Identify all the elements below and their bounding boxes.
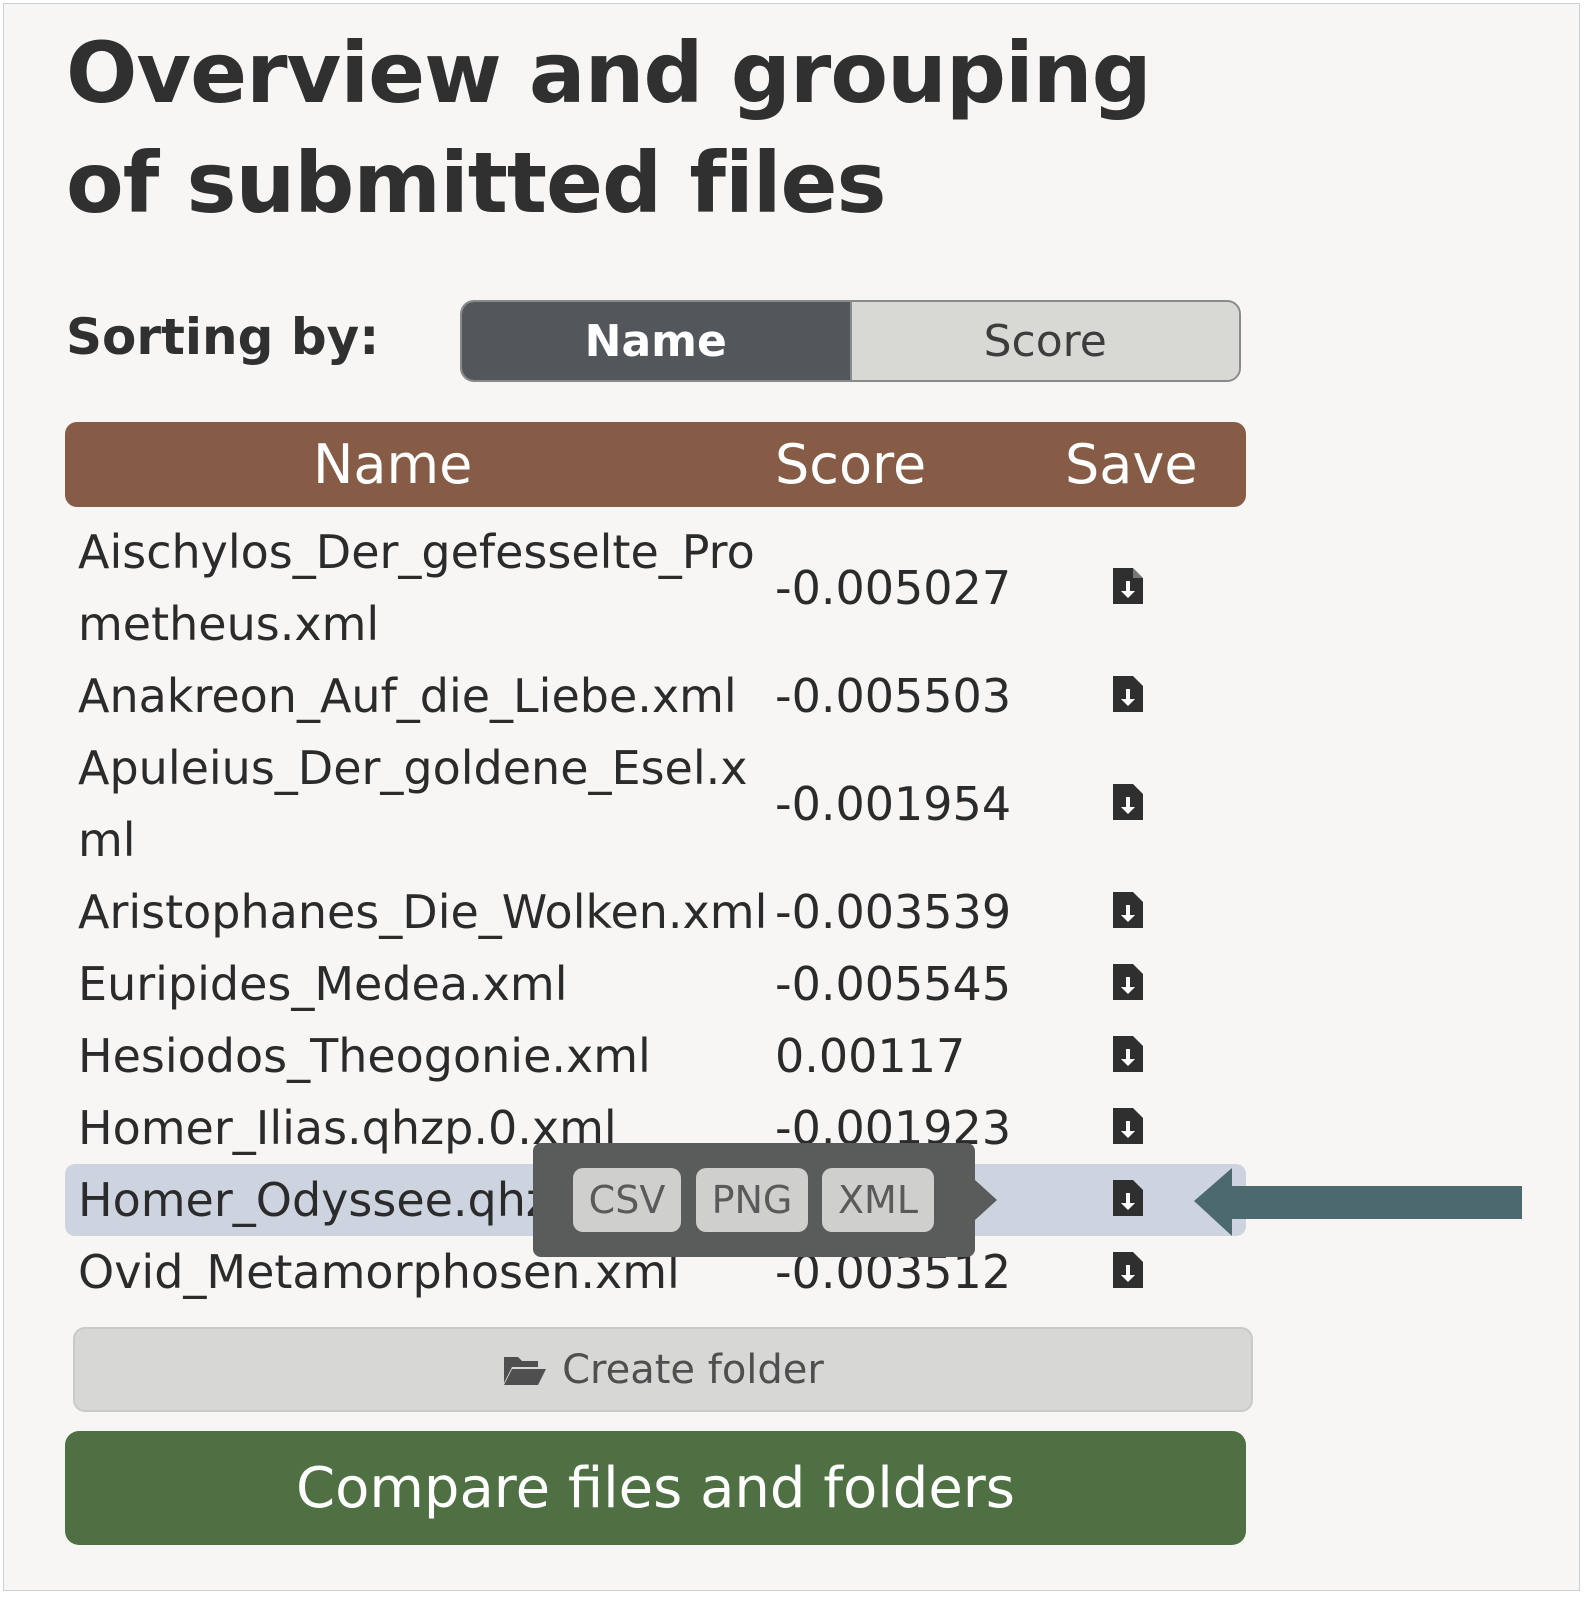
file-name: Euripides_Medea.xml — [78, 957, 568, 1011]
file-download-icon[interactable] — [1111, 1034, 1145, 1074]
file-score: 0.00117 — [775, 1029, 966, 1083]
table-header: Name Score Save — [65, 422, 1246, 507]
create-folder-button[interactable]: Create folder — [73, 1327, 1253, 1412]
sort-toggle: Name Score — [460, 300, 1241, 382]
file-score: -0.001954 — [775, 777, 1012, 831]
create-folder-label: Create folder — [562, 1346, 824, 1393]
header-score: Score — [775, 433, 927, 496]
app-frame: Overview and grouping of submitted files… — [3, 3, 1580, 1591]
file-name: Anakreon_Auf_die_Liebe.xml — [78, 669, 737, 723]
file-download-icon[interactable] — [1111, 674, 1145, 714]
table-row[interactable]: Euripides_Medea.xml -0.005545 — [65, 948, 1246, 1020]
table-row[interactable]: Apuleius_Der_goldene_Esel.xml -0.001954 — [65, 732, 1246, 876]
popover-arrow — [975, 1180, 997, 1220]
pointer-arrow-icon — [1194, 1168, 1522, 1236]
sort-by-name-button[interactable]: Name — [462, 302, 850, 380]
file-download-icon[interactable] — [1111, 962, 1145, 1002]
page-title: Overview and grouping of submitted files — [66, 24, 1152, 232]
file-download-icon[interactable] — [1111, 566, 1145, 606]
export-xml-button[interactable]: XML — [822, 1168, 934, 1232]
table-row[interactable]: Aischylos_Der_gefesselte_Prometheus.xml … — [65, 516, 1246, 660]
file-download-icon[interactable] — [1111, 1178, 1145, 1218]
export-csv-button[interactable]: CSV — [573, 1168, 681, 1232]
export-png-button[interactable]: PNG — [696, 1168, 808, 1232]
export-popover: CSV PNG XML — [533, 1143, 975, 1257]
header-name: Name — [313, 433, 473, 496]
file-download-icon[interactable] — [1111, 890, 1145, 930]
table-row[interactable]: Hesiodos_Theogonie.xml 0.00117 — [65, 1020, 1246, 1092]
file-score: -0.005545 — [775, 957, 1012, 1011]
file-download-icon[interactable] — [1111, 1106, 1145, 1146]
file-name: Hesiodos_Theogonie.xml — [78, 1029, 651, 1083]
file-download-icon[interactable] — [1111, 1250, 1145, 1290]
sort-by-score-button[interactable]: Score — [849, 302, 1239, 380]
file-score: -0.005027 — [775, 561, 1012, 615]
file-name: Aristophanes_Die_Wolken.xml — [78, 885, 768, 939]
file-name: Apuleius_Der_goldene_Esel.xml — [78, 741, 748, 867]
file-score: -0.003539 — [775, 885, 1012, 939]
table-row[interactable]: Aristophanes_Die_Wolken.xml -0.003539 — [65, 876, 1246, 948]
compare-label: Compare files and folders — [296, 1455, 1015, 1521]
file-download-icon[interactable] — [1111, 782, 1145, 822]
compare-button[interactable]: Compare files and folders — [65, 1431, 1246, 1545]
sorting-label: Sorting by: — [66, 308, 380, 366]
header-save: Save — [1065, 433, 1198, 496]
table-row[interactable]: Anakreon_Auf_die_Liebe.xml -0.005503 — [65, 660, 1246, 732]
file-name: Aischylos_Der_gefesselte_Prometheus.xml — [78, 525, 755, 651]
file-score: -0.005503 — [775, 669, 1012, 723]
folder-open-icon — [504, 1356, 547, 1385]
